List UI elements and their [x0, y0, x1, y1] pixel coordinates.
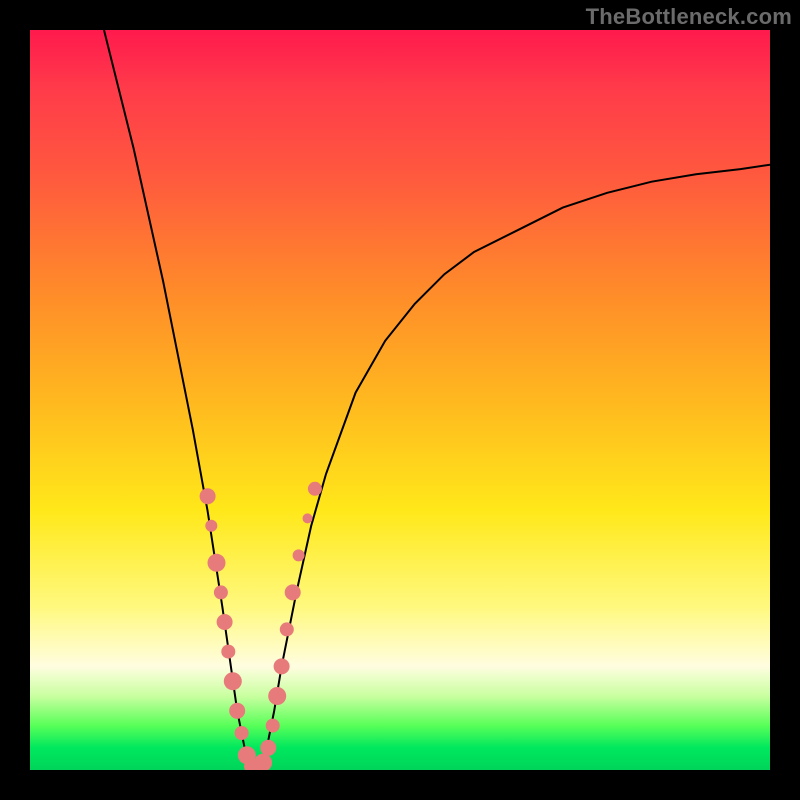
marker-dot [229, 703, 245, 719]
marker-dot [221, 645, 235, 659]
marker-dot [280, 622, 294, 636]
marker-dot [205, 520, 217, 532]
marker-dot [303, 513, 313, 523]
marker-dot [285, 584, 301, 600]
marker-dot [235, 726, 249, 740]
marker-dot [308, 482, 322, 496]
marker-dot [260, 740, 276, 756]
plot-area [30, 30, 770, 770]
marker-dot [200, 488, 216, 504]
marker-dot [214, 585, 228, 599]
marker-dot [266, 719, 280, 733]
marker-dot [208, 554, 226, 572]
bottleneck-curve [104, 30, 770, 770]
marker-dot [268, 687, 286, 705]
curve-layer [30, 30, 770, 770]
chart-frame: TheBottleneck.com [0, 0, 800, 800]
marker-dot [274, 658, 290, 674]
marker-dots [200, 482, 322, 770]
marker-dot [254, 754, 272, 770]
marker-dot [224, 672, 242, 690]
watermark-text: TheBottleneck.com [586, 4, 792, 30]
marker-dot [293, 549, 305, 561]
marker-dot [217, 614, 233, 630]
